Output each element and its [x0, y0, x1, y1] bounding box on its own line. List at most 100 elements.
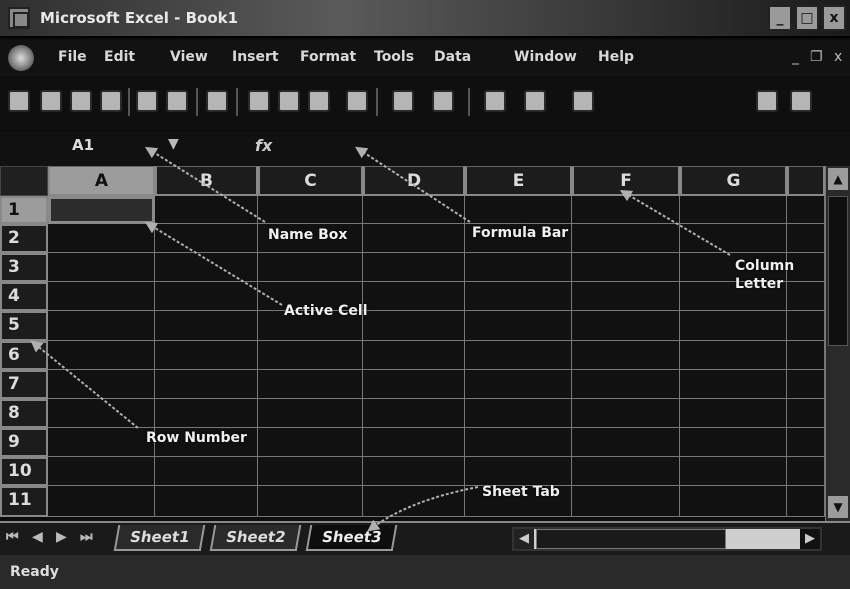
doc-minimize-button[interactable]: _ [792, 49, 799, 65]
help-icon[interactable] [790, 90, 812, 112]
permission-icon[interactable] [100, 90, 122, 112]
cell[interactable] [363, 341, 465, 370]
cell[interactable] [787, 224, 825, 253]
cell[interactable] [48, 253, 155, 282]
cell[interactable] [48, 282, 155, 311]
menu-insert[interactable]: Insert [232, 49, 279, 65]
cell[interactable] [572, 224, 680, 253]
cell[interactable] [258, 428, 363, 457]
menu-file[interactable]: File [58, 49, 87, 65]
cell[interactable] [465, 428, 572, 457]
cell[interactable] [572, 370, 680, 399]
cell[interactable] [572, 196, 680, 224]
cell[interactable] [680, 370, 787, 399]
cell[interactable] [787, 341, 825, 370]
menu-view[interactable]: View [170, 49, 208, 65]
hyperlink-icon[interactable] [484, 90, 506, 112]
doc-close-button[interactable]: x [834, 49, 842, 65]
cell[interactable] [465, 253, 572, 282]
cell[interactable] [572, 253, 680, 282]
row-header-9[interactable]: 9 [0, 428, 48, 457]
column-header-c[interactable]: C [258, 166, 363, 196]
column-header-e[interactable]: E [465, 166, 572, 196]
copy-icon[interactable] [278, 90, 300, 112]
cell[interactable] [48, 224, 155, 253]
print-preview-icon[interactable] [166, 90, 188, 112]
undo-icon[interactable] [392, 90, 414, 112]
select-all-corner[interactable] [0, 166, 48, 196]
horizontal-scrollbar[interactable]: ◀ ▶ [512, 527, 822, 551]
save-icon[interactable] [70, 90, 92, 112]
paste-icon[interactable] [308, 90, 330, 112]
cell[interactable] [363, 399, 465, 428]
cell[interactable] [258, 486, 363, 517]
chart-wizard-icon[interactable] [756, 90, 778, 112]
cell[interactable] [465, 341, 572, 370]
excel-app-icon[interactable] [8, 7, 30, 29]
cell[interactable] [363, 311, 465, 341]
minimize-button[interactable]: _ [768, 5, 792, 31]
cell[interactable] [363, 428, 465, 457]
column-header-b[interactable]: B [155, 166, 258, 196]
cell[interactable] [155, 311, 258, 341]
row-header-6[interactable]: 6 [0, 341, 48, 370]
row-header-11[interactable]: 11 [0, 486, 48, 517]
cell[interactable] [258, 253, 363, 282]
cell[interactable] [680, 428, 787, 457]
maximize-button[interactable]: □ [795, 5, 819, 31]
menu-window[interactable]: Window [514, 49, 577, 65]
row-header-8[interactable]: 8 [0, 399, 48, 428]
doc-restore-button[interactable]: ❐ [810, 49, 823, 65]
menu-format[interactable]: Format [300, 49, 356, 65]
menu-edit[interactable]: Edit [104, 49, 135, 65]
cell[interactable] [572, 282, 680, 311]
workbook-control-icon[interactable] [8, 45, 34, 71]
row-header-4[interactable]: 4 [0, 282, 48, 311]
tab-sheet1[interactable]: Sheet1 [113, 525, 206, 551]
new-icon[interactable] [8, 90, 30, 112]
cell[interactable] [465, 282, 572, 311]
cell[interactable] [155, 370, 258, 399]
cell[interactable] [787, 457, 825, 486]
tab-sheet3[interactable]: Sheet3 [305, 525, 398, 551]
cell[interactable] [258, 196, 363, 224]
row-header-3[interactable]: 3 [0, 253, 48, 282]
column-header-a[interactable]: A [48, 166, 155, 196]
cell[interactable] [680, 399, 787, 428]
cell[interactable] [787, 486, 825, 517]
row-header-2[interactable]: 2 [0, 224, 48, 253]
cell[interactable] [363, 486, 465, 517]
cell[interactable] [465, 311, 572, 341]
cell[interactable] [258, 399, 363, 428]
cell[interactable] [465, 399, 572, 428]
row-header-7[interactable]: 7 [0, 370, 48, 399]
cell[interactable] [48, 428, 155, 457]
cell[interactable] [572, 399, 680, 428]
cell[interactable] [572, 457, 680, 486]
cell[interactable] [572, 486, 680, 517]
cell[interactable] [155, 196, 258, 224]
cell[interactable] [48, 341, 155, 370]
cell[interactable] [363, 253, 465, 282]
last-sheet-icon[interactable]: ⏭ [80, 529, 93, 545]
name-box[interactable]: A1 [30, 136, 140, 160]
column-header-f[interactable]: F [572, 166, 680, 196]
cell[interactable] [155, 253, 258, 282]
menu-data[interactable]: Data [434, 49, 471, 65]
cell[interactable] [787, 282, 825, 311]
cell[interactable] [155, 341, 258, 370]
vertical-scroll-thumb[interactable] [828, 196, 848, 346]
insert-function-icon[interactable]: fx [255, 136, 272, 155]
next-sheet-icon[interactable]: ▶ [56, 529, 67, 545]
scroll-down-icon[interactable]: ▼ [828, 496, 848, 518]
cell[interactable] [787, 399, 825, 428]
cell[interactable] [48, 370, 155, 399]
redo-icon[interactable] [432, 90, 454, 112]
open-icon[interactable] [40, 90, 62, 112]
scroll-left-icon[interactable]: ◀ [514, 529, 534, 549]
close-button[interactable]: x [822, 5, 846, 31]
cell[interactable] [363, 196, 465, 224]
sort-icon[interactable] [572, 90, 594, 112]
cell[interactable] [680, 196, 787, 224]
cell[interactable] [787, 370, 825, 399]
